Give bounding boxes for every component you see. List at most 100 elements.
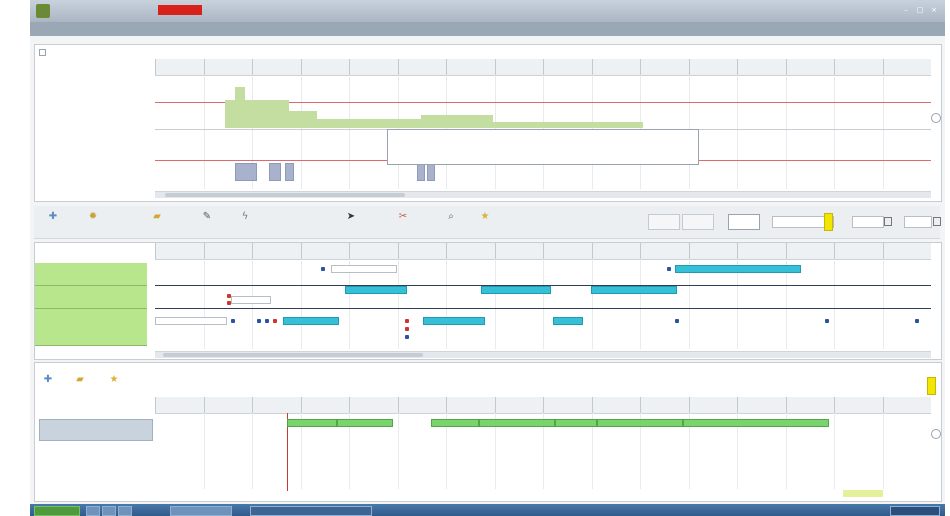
search-icon[interactable]: ⌕ — [446, 212, 456, 222]
star-icon[interactable]: ★ — [480, 212, 490, 222]
task-marker[interactable] — [231, 319, 235, 323]
panel-collapse-icon[interactable] — [39, 49, 46, 56]
gantt-row-label[interactable] — [35, 286, 147, 309]
task-bar[interactable] — [345, 286, 407, 294]
task-marker[interactable] — [273, 319, 277, 323]
taskbar-icon[interactable] — [102, 506, 116, 516]
timeline-tick — [446, 59, 447, 75]
timeline-tick — [591, 59, 593, 75]
order-bar[interactable] — [555, 419, 597, 427]
task-marker[interactable] — [257, 319, 261, 323]
grid-line — [785, 75, 787, 189]
order-bar[interactable] — [597, 419, 683, 427]
horizontal-scrollbar[interactable] — [155, 191, 931, 198]
active-tab-marker[interactable] — [158, 5, 202, 15]
timeline-tick — [737, 243, 738, 259]
task-bar[interactable] — [155, 317, 227, 325]
order-bar[interactable] — [431, 419, 479, 427]
task-bar[interactable] — [553, 317, 583, 325]
timeline-tick — [543, 243, 544, 259]
task-marker[interactable] — [667, 267, 671, 271]
task-marker[interactable] — [825, 319, 829, 323]
usage-bar[interactable] — [427, 163, 435, 181]
scissor-icon[interactable]: ✂ — [398, 212, 408, 222]
nav-button[interactable] — [682, 214, 714, 230]
orders-filter-button[interactable] — [927, 377, 936, 395]
timeline-tick — [785, 59, 787, 75]
gantt-row-label[interactable] — [35, 309, 147, 346]
task-marker[interactable] — [265, 319, 269, 323]
order-bar[interactable] — [479, 419, 555, 427]
calendar-icon[interactable] — [884, 217, 892, 226]
panel-resize-handle-icon[interactable] — [931, 113, 941, 123]
planning-toolbar: ✚ ✹ ▰ ✎ ϟ ➤ ✂ ⌕ ★ — [34, 206, 941, 239]
nav-button[interactable] — [648, 214, 680, 230]
timeline-tick — [300, 59, 302, 75]
apply-button[interactable] — [728, 214, 760, 230]
gantt-row-label[interactable] — [35, 263, 147, 286]
task-bar[interactable] — [675, 265, 801, 273]
scrollbar-thumb[interactable] — [163, 353, 423, 357]
system-tray[interactable] — [890, 506, 940, 516]
taskbar-window-active[interactable] — [250, 506, 372, 516]
plus-icon[interactable]: ✚ — [43, 375, 53, 385]
folder-icon[interactable]: ▰ — [152, 212, 162, 222]
usage-bar[interactable] — [235, 163, 257, 181]
task-marker[interactable] — [405, 335, 409, 339]
grid-line — [252, 259, 253, 349]
gear-icon[interactable]: ✹ — [88, 212, 98, 222]
timeline-header — [155, 397, 931, 414]
task-bar[interactable] — [481, 286, 551, 294]
order-bar[interactable] — [683, 419, 829, 427]
grid-line — [300, 259, 302, 349]
folder-icon[interactable]: ▰ — [75, 375, 85, 385]
pencil-icon[interactable]: ✎ — [202, 212, 212, 222]
task-marker[interactable] — [675, 319, 679, 323]
task-bar[interactable] — [231, 296, 271, 304]
grid-line — [882, 75, 884, 189]
cursor-icon[interactable]: ➤ — [346, 212, 356, 222]
usage-bar[interactable] — [269, 163, 281, 181]
minimize-icon[interactable]: – — [902, 6, 910, 14]
horizontal-scrollbar[interactable] — [155, 351, 931, 358]
task-bar[interactable] — [283, 317, 339, 325]
start-button[interactable] — [34, 506, 80, 516]
panel-resize-handle-icon[interactable] — [931, 429, 941, 439]
timeline-tick — [155, 59, 156, 75]
title-bar: – □ × — [30, 0, 945, 22]
task-marker[interactable] — [915, 319, 919, 323]
task-bar[interactable] — [591, 286, 677, 294]
order-bar[interactable] — [337, 419, 393, 427]
star-icon[interactable]: ★ — [109, 375, 119, 385]
timeline-tick — [882, 59, 884, 75]
date-to-input[interactable] — [904, 216, 932, 228]
timeline-tick — [397, 59, 399, 75]
usage-bar[interactable] — [417, 163, 425, 181]
bolt-icon[interactable]: ϟ — [240, 212, 250, 222]
filter-toggle-button[interactable] — [824, 213, 833, 231]
calendar-icon[interactable] — [933, 217, 941, 226]
scrollbar-thumb[interactable] — [165, 193, 405, 197]
usage-bar[interactable] — [285, 163, 294, 181]
date-from-input[interactable] — [852, 216, 884, 228]
task-marker[interactable] — [405, 327, 409, 331]
row-separator — [155, 308, 931, 309]
task-marker[interactable] — [227, 301, 231, 305]
task-marker[interactable] — [227, 294, 231, 298]
task-bar[interactable] — [331, 265, 397, 273]
timeline-tick — [882, 243, 884, 259]
order-bar[interactable] — [287, 419, 337, 427]
grid-line — [543, 259, 544, 349]
maximize-icon[interactable]: □ — [916, 6, 924, 14]
task-marker[interactable] — [321, 267, 325, 271]
taskbar-icon[interactable] — [86, 506, 100, 516]
taskbar-window[interactable] — [170, 506, 232, 516]
taskbar-icon[interactable] — [118, 506, 132, 516]
task-bar[interactable] — [423, 317, 485, 325]
app-logo-icon — [36, 4, 50, 18]
plus-icon[interactable]: ✚ — [48, 212, 58, 222]
order-row-label[interactable] — [39, 419, 153, 441]
timeline-tick — [834, 243, 835, 259]
task-marker[interactable] — [405, 319, 409, 323]
close-icon[interactable]: × — [930, 6, 938, 14]
